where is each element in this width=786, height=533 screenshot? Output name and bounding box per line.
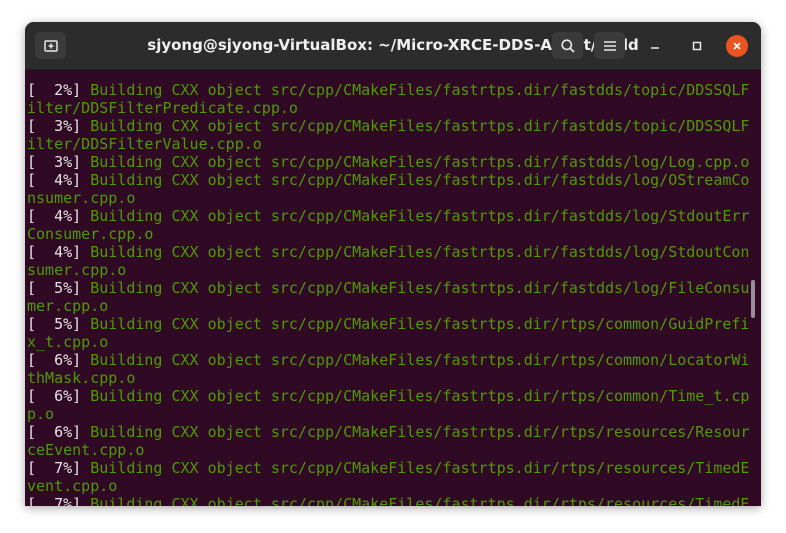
terminal-line: [ 6%] Building CXX object src/cpp/CMakeF… [27,387,749,405]
minimize-icon [651,47,659,49]
terminal-line: [ 7%] Building CXX object src/cpp/CMakeF… [27,459,749,477]
terminal-line: [ 3%] Building CXX object src/cpp/CMakeF… [27,117,749,135]
build-message: x_t.cpp.o [27,333,109,351]
terminal-line [27,70,749,81]
terminal-line: [ 4%] Building CXX object src/cpp/CMakeF… [27,243,749,261]
terminal-line: ilter/DDSFilterPredicate.cpp.o [27,99,749,117]
title-bar[interactable]: sjyong@sjyong-VirtualBox: ~/Micro-XRCE-D… [25,22,761,70]
build-message: sumer.cpp.o [27,261,127,279]
build-message: thMask.cpp.o [27,369,136,387]
terminal-line: [ 4%] Building CXX object src/cpp/CMakeF… [27,207,749,225]
build-message: ceEvent.cpp.o [27,441,145,459]
progress-percent: [ 3%] [27,153,91,171]
minimize-button[interactable] [643,34,667,58]
close-icon [733,42,741,50]
search-icon [560,38,575,53]
build-message: Consumer.cpp.o [27,225,154,243]
close-button[interactable] [726,35,748,57]
terminal-line: [ 5%] Building CXX object src/cpp/CMakeF… [27,279,749,297]
terminal-line: mer.cpp.o [27,297,749,315]
build-message: Building CXX object src/cpp/CMakeFiles/f… [90,387,750,405]
build-message: vent.cpp.o [27,477,118,495]
new-tab-button[interactable] [35,32,66,59]
terminal-line: [ 5%] Building CXX object src/cpp/CMakeF… [27,315,749,333]
build-message: Building CXX object src/cpp/CMakeFiles/f… [90,423,750,441]
progress-percent: [ 6%] [27,351,91,369]
build-message: Building CXX object src/cpp/CMakeFiles/f… [90,207,750,225]
scrollbar-thumb[interactable] [751,280,755,318]
build-message [27,70,271,81]
maximize-icon [692,41,702,51]
build-message: mer.cpp.o [27,297,109,315]
terminal-line: vent.cpp.o [27,477,749,495]
terminal-line: [ 2%] Building CXX object src/cpp/CMakeF… [27,81,749,99]
terminal-line: thMask.cpp.o [27,369,749,387]
terminal-line: ilter/DDSFilterValue.cpp.o [27,135,749,153]
progress-percent: [ 4%] [27,171,91,189]
terminal-line: [ 3%] Building CXX object src/cpp/CMakeF… [27,153,749,171]
build-message: Building CXX object src/cpp/CMakeFiles/f… [90,495,750,506]
search-button[interactable] [552,32,583,59]
build-message: Building CXX object src/cpp/CMakeFiles/f… [90,81,750,99]
progress-percent: [ 5%] [27,279,91,297]
build-message: Building CXX object src/cpp/CMakeFiles/f… [90,315,750,333]
terminal-lines: [ 2%] Building CXX object src/cpp/CMakeF… [27,70,749,506]
hamburger-menu-icon [603,40,616,51]
terminal-line: [ 7%] Building CXX object src/cpp/CMakeF… [27,495,749,506]
terminal-line: Consumer.cpp.o [27,225,749,243]
progress-percent: [ 7%] [27,459,91,477]
terminal-line: ceEvent.cpp.o [27,441,749,459]
progress-percent: [ 7%] [27,495,91,506]
terminal-line: [ 6%] Building CXX object src/cpp/CMakeF… [27,351,749,369]
maximize-button[interactable] [685,34,709,58]
terminal-line: x_t.cpp.o [27,333,749,351]
build-message: Building CXX object src/cpp/CMakeFiles/f… [90,153,750,171]
build-message: Building CXX object src/cpp/CMakeFiles/f… [90,351,750,369]
build-message: p.o [27,405,55,423]
progress-percent: [ 4%] [27,243,91,261]
build-message: Building CXX object src/cpp/CMakeFiles/f… [90,243,750,261]
build-message: ilter/DDSFilterValue.cpp.o [27,135,262,153]
build-message: nsumer.cpp.o [27,189,136,207]
progress-percent: [ 6%] [27,423,91,441]
terminal-output[interactable]: [ 2%] Building CXX object src/cpp/CMakeF… [25,70,761,506]
terminal-line: p.o [27,405,749,423]
build-message: ilter/DDSFilterPredicate.cpp.o [27,99,298,117]
build-message: Building CXX object src/cpp/CMakeFiles/f… [90,171,750,189]
progress-percent: [ 3%] [27,117,91,135]
terminal-line: [ 4%] Building CXX object src/cpp/CMakeF… [27,171,749,189]
progress-percent: [ 2%] [27,81,91,99]
build-message: Building CXX object src/cpp/CMakeFiles/f… [90,459,750,477]
menu-button[interactable] [594,32,625,59]
terminal-line: sumer.cpp.o [27,261,749,279]
terminal-window: sjyong@sjyong-VirtualBox: ~/Micro-XRCE-D… [25,22,761,506]
progress-percent: [ 6%] [27,387,91,405]
build-message: Building CXX object src/cpp/CMakeFiles/f… [90,279,750,297]
terminal-line: nsumer.cpp.o [27,189,749,207]
new-tab-icon [43,39,58,52]
progress-percent: [ 5%] [27,315,91,333]
terminal-line: [ 6%] Building CXX object src/cpp/CMakeF… [27,423,749,441]
build-message: Building CXX object src/cpp/CMakeFiles/f… [90,117,750,135]
progress-percent: [ 4%] [27,207,91,225]
